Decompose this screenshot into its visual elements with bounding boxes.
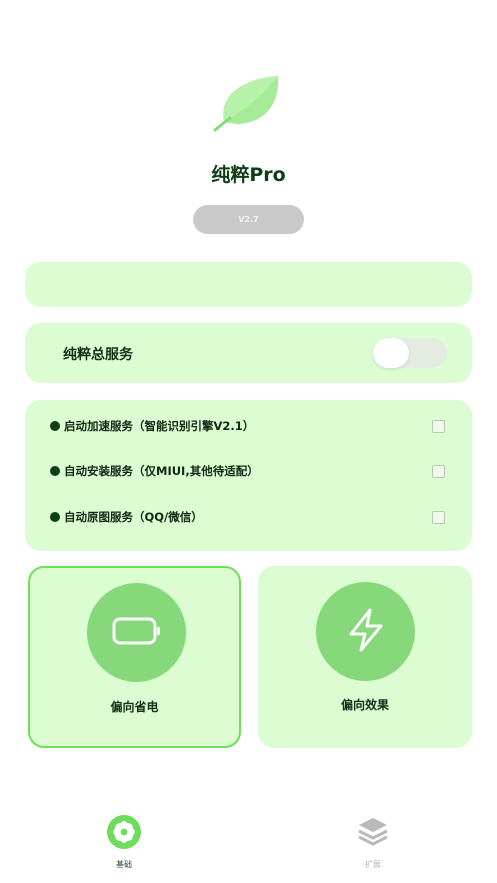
version-badge: V2.7 bbox=[193, 205, 304, 234]
performance-mode-card[interactable]: 偏向效果 bbox=[258, 566, 472, 748]
power-saving-circle bbox=[87, 583, 186, 682]
master-service-toggle[interactable] bbox=[373, 338, 447, 368]
nav-tab-extension[interactable]: 扩展 bbox=[333, 812, 413, 872]
bullet-icon bbox=[50, 512, 60, 522]
boost-checkbox[interactable] bbox=[432, 419, 445, 433]
performance-label: 偏向效果 bbox=[340, 698, 389, 712]
lightning-icon bbox=[344, 607, 388, 657]
options-card: 启动加速服务（智能识别引擎V2.1） 自动安装服务（仅MIUI,其他待适配） 自… bbox=[25, 400, 472, 551]
option-label: 自动原图服务（QQ/微信） bbox=[64, 510, 203, 524]
flower-icon bbox=[106, 814, 142, 850]
option-row-install[interactable]: 自动安装服务（仅MIUI,其他待适配） bbox=[50, 461, 445, 481]
bullet-icon bbox=[50, 466, 60, 476]
leaf-icon bbox=[210, 72, 286, 134]
nav-tab-home[interactable]: 基础 bbox=[84, 812, 164, 872]
power-saving-label: 偏向省电 bbox=[110, 700, 159, 714]
app-title: 纯粹Pro bbox=[211, 164, 286, 186]
option-row-original-image[interactable]: 自动原图服务（QQ/微信） bbox=[50, 507, 445, 527]
option-row-boost[interactable]: 启动加速服务（智能识别引擎V2.1） bbox=[50, 416, 445, 436]
notice-card bbox=[25, 262, 472, 307]
nav-extension-label: 扩展 bbox=[365, 860, 381, 869]
performance-circle bbox=[316, 582, 415, 681]
option-label: 启动加速服务（智能识别引擎V2.1） bbox=[64, 419, 255, 433]
power-saving-mode-card[interactable]: 偏向省电 bbox=[28, 566, 241, 748]
nav-home-label: 基础 bbox=[116, 860, 132, 869]
master-service-label: 纯粹总服务 bbox=[63, 347, 133, 363]
battery-icon bbox=[112, 616, 162, 650]
original-image-checkbox[interactable] bbox=[432, 510, 445, 524]
install-checkbox[interactable] bbox=[432, 464, 445, 478]
master-service-card: 纯粹总服务 bbox=[25, 323, 472, 383]
toggle-knob bbox=[373, 338, 409, 368]
layers-icon bbox=[355, 814, 391, 850]
bullet-icon bbox=[50, 421, 60, 431]
option-label: 自动安装服务（仅MIUI,其他待适配） bbox=[64, 464, 259, 478]
